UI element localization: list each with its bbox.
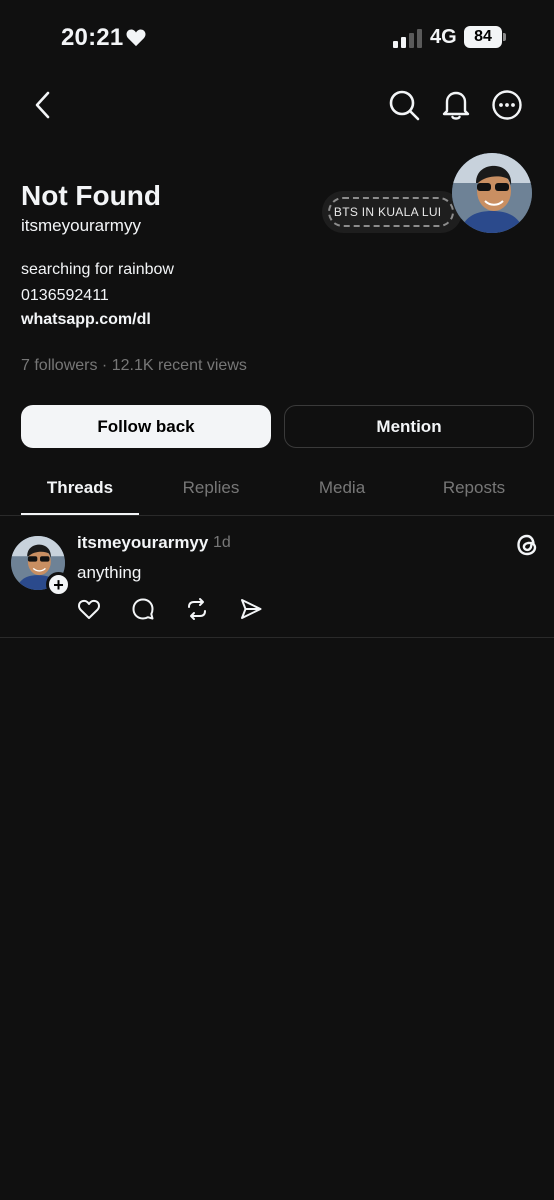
post-text: anything bbox=[77, 563, 142, 582]
tab-reposts[interactable]: Reposts bbox=[415, 478, 533, 498]
search-button[interactable] bbox=[387, 88, 421, 122]
chevron-left-icon bbox=[35, 91, 50, 119]
profile-page: 20:21 4G 84 Not Found itsmeyourarmyy r B… bbox=[0, 0, 554, 1200]
tab-threads[interactable]: Threads bbox=[21, 478, 139, 498]
back-button[interactable] bbox=[26, 88, 60, 122]
bell-icon bbox=[442, 91, 470, 120]
avatar-photo bbox=[452, 153, 532, 233]
status-time: 20:21 bbox=[61, 24, 124, 51]
tab-replies[interactable]: Replies bbox=[152, 478, 270, 498]
comment-button[interactable] bbox=[130, 596, 156, 622]
post-author[interactable]: itsmeyourarmyy bbox=[77, 533, 208, 553]
thread-post[interactable]: + itsmeyourarmyy 1d anything bbox=[0, 516, 554, 638]
active-tab-indicator bbox=[21, 513, 139, 515]
like-button[interactable] bbox=[76, 596, 102, 622]
bio-line-2: 0136592411 bbox=[21, 287, 109, 304]
share-button[interactable] bbox=[238, 596, 264, 622]
bio-link[interactable]: whatsapp.com/dl bbox=[21, 311, 151, 329]
battery-icon: 84 bbox=[464, 26, 506, 48]
more-options-button[interactable] bbox=[490, 88, 524, 122]
battery-nub bbox=[503, 33, 506, 41]
notifications-button[interactable] bbox=[439, 88, 473, 122]
network-type: 4G bbox=[430, 26, 457, 48]
heart-icon bbox=[78, 599, 100, 619]
post-time: 1d bbox=[213, 534, 231, 551]
status-bar: 20:21 4G 84 bbox=[0, 0, 554, 76]
mention-button[interactable]: Mention bbox=[284, 405, 534, 448]
search-icon bbox=[389, 90, 420, 121]
profile-handle: itsmeyourarmyy bbox=[21, 216, 141, 235]
comment-icon bbox=[132, 598, 154, 620]
send-icon bbox=[241, 599, 262, 619]
cellular-signal-icon bbox=[393, 29, 422, 48]
tab-media[interactable]: Media bbox=[283, 478, 401, 498]
threads-logo-icon bbox=[517, 534, 537, 556]
note-text: r BTS IN KUALA LUI bbox=[328, 205, 442, 219]
profile-name: Not Found bbox=[21, 180, 161, 211]
repost-icon bbox=[188, 598, 206, 620]
profile-note[interactable]: r BTS IN KUALA LUI bbox=[322, 191, 462, 233]
battery-level: 84 bbox=[464, 26, 502, 48]
heart-icon bbox=[126, 29, 146, 47]
bio-line-1: searching for rainbow bbox=[21, 261, 174, 278]
more-horizontal-icon bbox=[492, 90, 522, 120]
follow-back-button[interactable]: Follow back bbox=[21, 405, 271, 448]
profile-stats[interactable]: 7 followers · 12.1K recent views bbox=[21, 357, 247, 375]
profile-avatar[interactable] bbox=[452, 153, 532, 233]
follow-plus-icon[interactable]: + bbox=[46, 572, 71, 597]
profile-tabs: Threads Replies Media Reposts bbox=[0, 462, 554, 516]
note-music-frame: r BTS IN KUALA LUI bbox=[328, 197, 454, 227]
repost-button[interactable] bbox=[184, 596, 210, 622]
